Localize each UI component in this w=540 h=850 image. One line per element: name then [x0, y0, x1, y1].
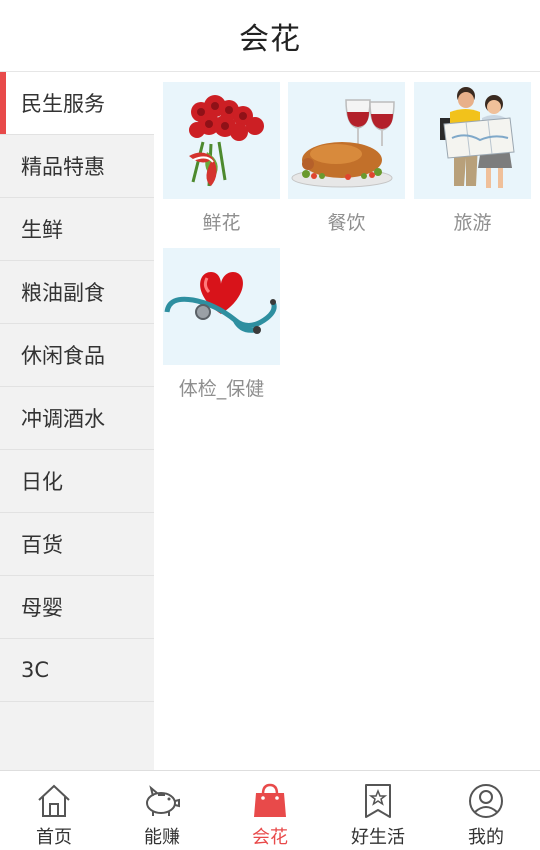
- sidebar-item-xiuxian-shipin[interactable]: 休闲食品: [0, 324, 154, 387]
- sidebar-item-baihuo[interactable]: 百货: [0, 513, 154, 576]
- sidebar-item-liangyou-fushi[interactable]: 粮油副食: [0, 261, 154, 324]
- top-bar: 会花: [0, 0, 540, 72]
- sidebar-item-shengxian[interactable]: 生鲜: [0, 198, 154, 261]
- shopping-bag-icon: [254, 783, 286, 817]
- bookmark-star-icon: [365, 784, 391, 818]
- heart-stethoscope-image: [163, 248, 280, 365]
- tab-label: 好生活: [351, 827, 405, 848]
- roast-chicken-wine-image: [288, 82, 405, 199]
- tile-label: 餐饮: [327, 212, 366, 234]
- app-root: 会花 民生服务 精品特惠 生鲜 粮油副食 休闲食品 冲调酒水 日化 百货 母婴 …: [0, 0, 540, 850]
- sidebar-item-chongtiao-jiushui[interactable]: 冲调酒水: [0, 387, 154, 450]
- piggy-bank-icon: [146, 785, 180, 816]
- tile-dining[interactable]: 餐饮: [288, 82, 405, 235]
- tab-label: 我的: [468, 827, 504, 848]
- tile-label: 旅游: [453, 212, 492, 234]
- tile-label: 鲜花: [202, 212, 241, 234]
- tile-flowers[interactable]: 鲜花: [163, 82, 280, 235]
- home-icon: [38, 784, 70, 817]
- category-content: 鲜花 餐饮 旅游 体检_保健: [154, 72, 540, 770]
- tab-home[interactable]: 首页: [0, 771, 108, 850]
- sidebar-item-rihua[interactable]: 日化: [0, 450, 154, 513]
- tab-earn[interactable]: 能赚: [108, 771, 216, 850]
- user-icon: [469, 784, 503, 818]
- roses-image: [163, 82, 280, 199]
- tab-spend[interactable]: 会花: [216, 771, 324, 850]
- sidebar-item-muying[interactable]: 母婴: [0, 576, 154, 639]
- tile-health-check[interactable]: 体检_保健: [163, 248, 280, 401]
- category-sidebar: 民生服务 精品特惠 生鲜 粮油副食 休闲食品 冲调酒水 日化 百货 母婴 3C: [0, 72, 154, 770]
- sidebar-item-minsheng-fuwu[interactable]: 民生服务: [0, 72, 154, 135]
- bottom-tab-bar: 首页 能赚 会花 好生活 我的: [0, 770, 540, 850]
- tab-label: 会花: [252, 827, 288, 848]
- tab-label: 能赚: [144, 827, 180, 848]
- tab-mine[interactable]: 我的: [432, 771, 540, 850]
- sidebar-item-jingpin-tehui[interactable]: 精品特惠: [0, 135, 154, 198]
- tourists-map-image: [414, 82, 531, 199]
- sidebar-item-3c[interactable]: 3C: [0, 639, 154, 702]
- tab-good-life[interactable]: 好生活: [324, 771, 432, 850]
- tab-label: 首页: [36, 827, 72, 848]
- page-title: 会花: [239, 21, 301, 57]
- tile-label: 体检_保健: [178, 378, 265, 400]
- tile-travel[interactable]: 旅游: [414, 82, 531, 235]
